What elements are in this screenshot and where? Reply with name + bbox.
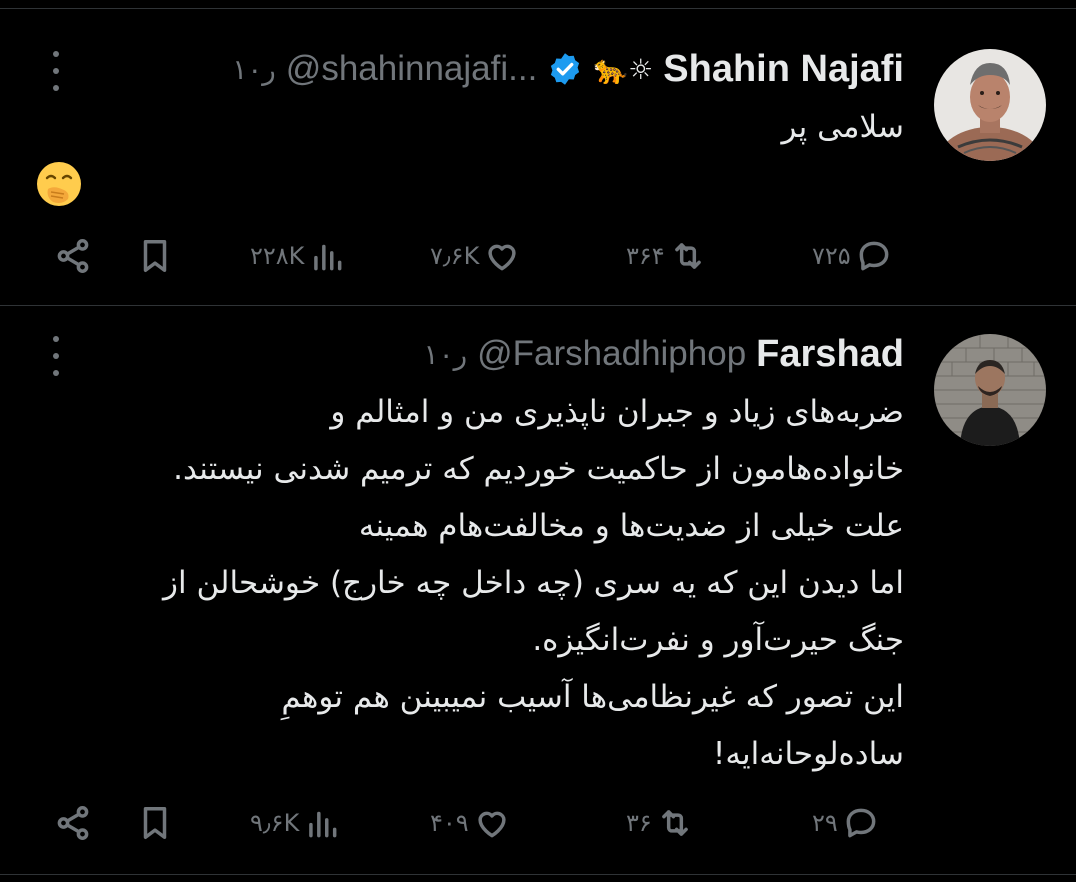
tweet-text: ضربه‌های زیاد و جبران ناپذیری من و امثال… [163, 394, 904, 772]
verified-badge-icon [547, 51, 583, 87]
reply-count: ۲۹ [812, 809, 838, 837]
retweet-button[interactable]: ۳۶ [626, 798, 694, 848]
bottom-divider [0, 874, 1076, 875]
bookmark-icon [143, 807, 167, 839]
tweet-header: Farshad @Farshadhiphop ۱۰ر [100, 326, 904, 382]
avatar-photo-shahin [934, 49, 1046, 161]
reply-button[interactable]: ۲۹ [812, 798, 880, 848]
retweet-count: ۳۶۴ [626, 242, 665, 270]
views-count: ۲۲۸K [250, 242, 305, 270]
display-name[interactable]: Shahin Najafi [663, 48, 904, 91]
reply-icon [859, 241, 889, 271]
action-bar: ۹٫۶K ۴۰۹ ۳۶ ۲۹ [0, 798, 1076, 848]
share-button[interactable] [54, 798, 92, 848]
retweet-button[interactable]: ۳۶۴ [626, 231, 707, 281]
avatar[interactable] [934, 49, 1046, 161]
handle[interactable]: @shahinnajafi... [286, 49, 538, 89]
share-button[interactable] [54, 231, 92, 281]
like-count: ۴۰۹ [430, 809, 469, 837]
views-icon [309, 811, 337, 838]
timestamp[interactable]: ۱۰ر [232, 53, 276, 86]
share-icon [57, 806, 89, 840]
retweet-icon [674, 243, 701, 269]
avatar[interactable] [934, 334, 1046, 446]
like-button[interactable]: ۴۰۹ [430, 798, 511, 848]
reply-icon [846, 808, 876, 838]
like-icon [488, 244, 516, 271]
tweet-header: Shahin Najafi 🐆☼ @shahinnajafi... ۱۰ر [100, 41, 904, 97]
handle[interactable]: @Farshadhiphop [477, 334, 746, 374]
timestamp[interactable]: ۱۰ر [424, 338, 468, 371]
like-button[interactable]: ۷٫۶K [430, 231, 521, 281]
retweet-icon [661, 810, 688, 836]
more-icon[interactable] [44, 336, 68, 376]
bookmark-icon [143, 240, 167, 272]
hand-over-mouth-emoji [37, 162, 81, 206]
like-count: ۷٫۶K [430, 242, 480, 270]
display-name[interactable]: Farshad [756, 333, 904, 376]
views-button[interactable]: ۲۲۸K [250, 231, 346, 281]
more-icon[interactable] [44, 51, 68, 91]
share-icon [57, 239, 89, 273]
reply-button[interactable]: ۷۲۵ [812, 231, 893, 281]
tweet-text: سلامی پر [781, 109, 904, 145]
views-count: ۹٫۶K [250, 809, 300, 837]
bookmark-button[interactable] [136, 798, 174, 848]
tweet-shahin[interactable]: Shahin Najafi 🐆☼ @shahinnajafi... ۱۰ر سل… [0, 9, 1076, 305]
like-icon [478, 811, 506, 838]
avatar-photo-farshad [934, 334, 1046, 446]
reply-count: ۷۲۵ [812, 242, 851, 270]
tweet-farshad[interactable]: Farshad @Farshadhiphop ۱۰ر ضربه‌های زیاد… [0, 306, 1076, 874]
views-icon [314, 244, 342, 271]
retweet-count: ۳۶ [626, 809, 652, 837]
action-bar: ۲۲۸K ۷٫۶K ۳۶۴ ۷۲۵ [0, 231, 1076, 281]
views-button[interactable]: ۹٫۶K [250, 798, 341, 848]
name-emoji: 🐆☼ [593, 52, 654, 86]
bookmark-button[interactable] [136, 231, 174, 281]
